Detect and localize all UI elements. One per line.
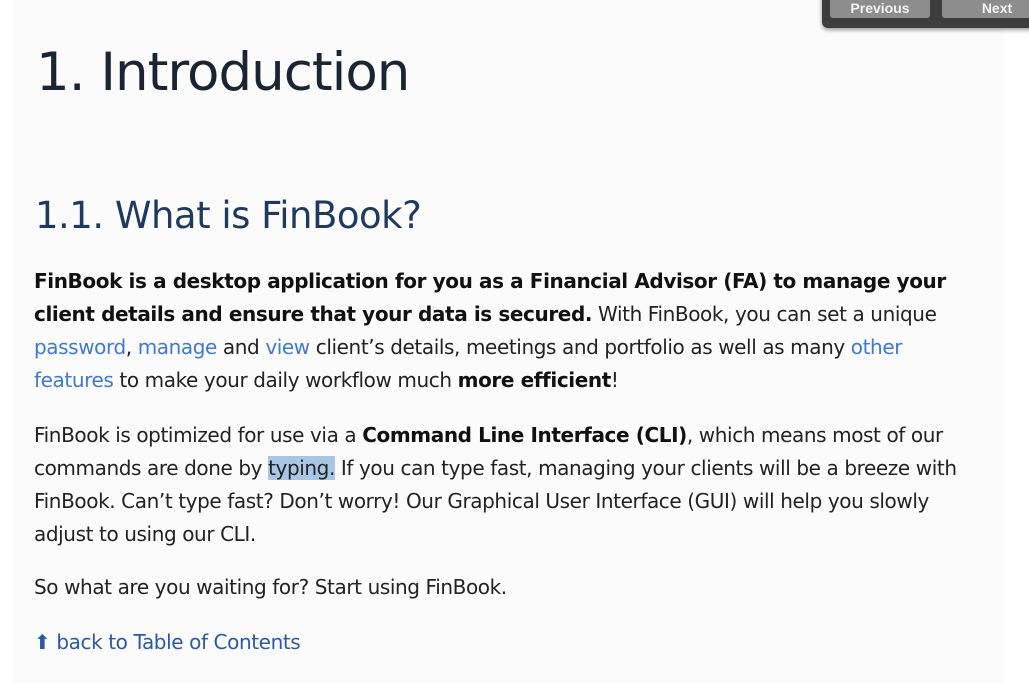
cli-paragraph: FinBook is optimized for use via a Comma… xyxy=(34,419,974,551)
intro-text: With FinBook, you can set a unique xyxy=(592,302,937,326)
back-paragraph: ⬆ back to Table of Contents xyxy=(34,626,974,659)
section-heading: 1.1. What is FinBook? xyxy=(35,194,422,237)
intro-bold-efficient: more efficient xyxy=(457,368,612,392)
intro-text: client’s details, meetings and portfolio… xyxy=(309,335,851,359)
back-to-toc-link[interactable]: ⬆ back to Table of Contents xyxy=(34,630,301,654)
cli-bold: Command Line Interface (CLI) xyxy=(362,423,687,447)
page-title: 1. Introduction xyxy=(36,42,410,103)
intro-text: and xyxy=(216,335,266,359)
intro-text: , xyxy=(125,335,138,359)
previous-button[interactable]: Previous xyxy=(830,0,930,18)
closing-paragraph: So what are you waiting for? Start using… xyxy=(34,575,507,599)
next-button[interactable]: Next xyxy=(942,0,1029,18)
password-link[interactable]: password xyxy=(34,335,126,359)
intro-text: to make your daily workflow much xyxy=(113,368,458,392)
manage-link[interactable]: manage xyxy=(138,335,218,359)
view-link[interactable]: view xyxy=(265,335,310,359)
intro-text: ! xyxy=(610,368,619,392)
selected-text: typing. xyxy=(268,456,335,480)
cli-text: FinBook is optimized for use via a xyxy=(34,423,363,447)
page-content-area: 1. Introduction 1.1. What is FinBook? Fi… xyxy=(14,0,1004,683)
page-navigation: Previous Next xyxy=(822,0,1029,28)
intro-paragraph: FinBook is a desktop application for you… xyxy=(34,265,974,397)
